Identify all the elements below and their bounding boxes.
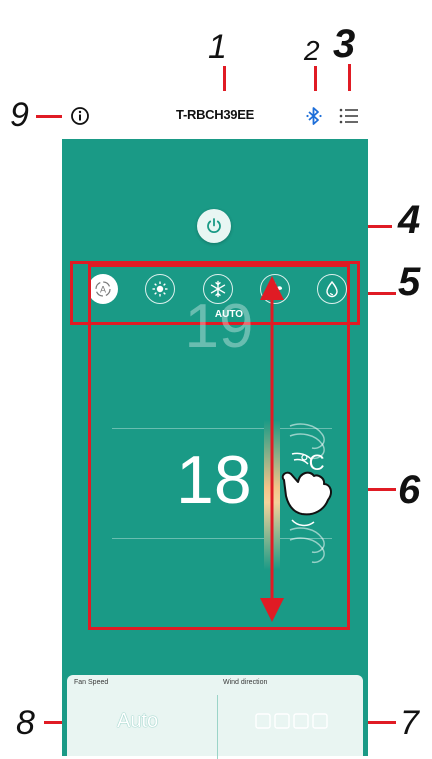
power-icon (205, 217, 223, 235)
top-bar: T-RBCH39EE (62, 91, 368, 139)
temperature-current: 18 (176, 442, 252, 518)
leader-2 (314, 66, 317, 94)
callout-7: 7 (400, 704, 419, 742)
leader-3 (348, 64, 351, 94)
power-button[interactable] (197, 209, 231, 243)
wind-direction-icon[interactable] (254, 710, 334, 732)
swipe-gesture-icon (270, 420, 340, 570)
callout-5: 5 (398, 260, 421, 304)
callout-6: 6 (398, 468, 421, 512)
bluetooth-icon[interactable] (306, 107, 322, 125)
fan-speed-button[interactable]: Auto (117, 709, 158, 733)
fan-speed-label: Fan Speed (74, 679, 109, 686)
callout-2: 2 (304, 35, 320, 66)
device-title: T-RBCH39EE (176, 107, 254, 122)
menu-icon[interactable] (339, 107, 359, 125)
callout-8: 8 (16, 704, 35, 742)
temperature-previous: 19 (184, 292, 254, 361)
callout-3: 3 (333, 22, 356, 66)
callout-1: 1 (208, 28, 227, 66)
callout-9: 9 (10, 96, 29, 134)
callout-4: 4 (398, 198, 421, 242)
wind-direction-label: Wind direction (223, 679, 268, 686)
